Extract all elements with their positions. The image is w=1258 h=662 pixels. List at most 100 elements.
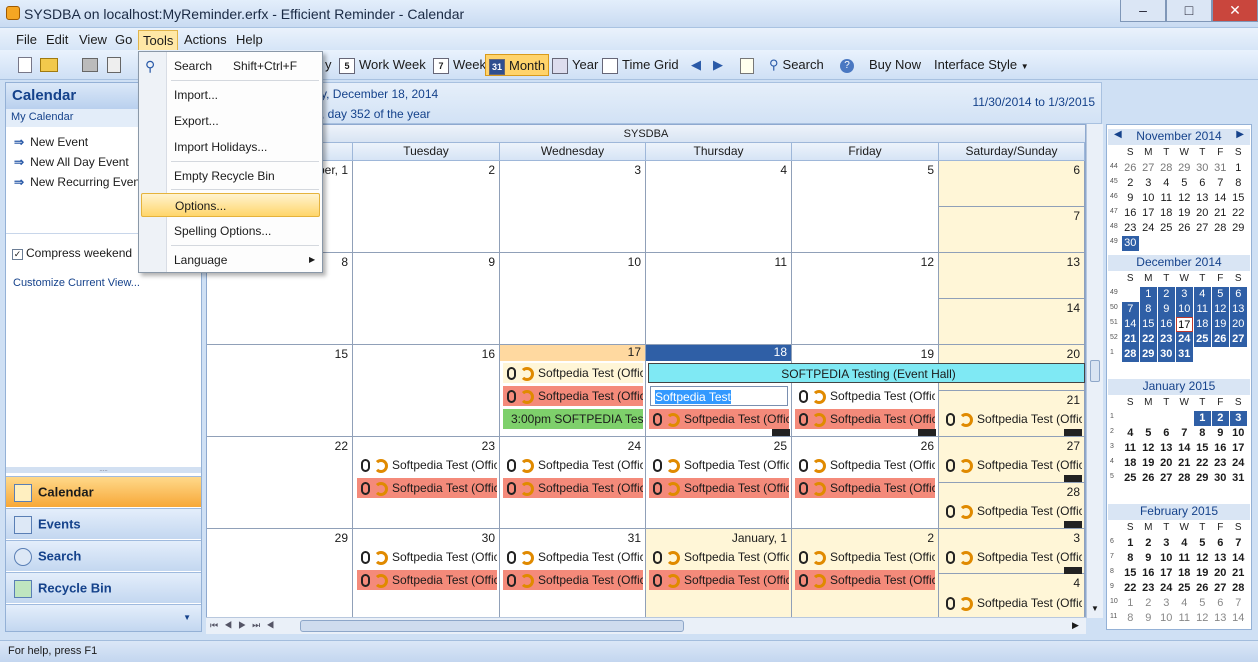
- mini-calendar-day[interactable]: 8: [1140, 302, 1157, 317]
- day-cell[interactable]: 5: [792, 161, 939, 253]
- mini-calendar-day[interactable]: 27: [1230, 332, 1247, 347]
- mini-calendar-day[interactable]: 19: [1194, 566, 1211, 581]
- mini-calendar-day[interactable]: 20: [1230, 317, 1247, 332]
- mini-calendar-day[interactable]: 13: [1194, 191, 1211, 206]
- mini-calendar-day[interactable]: 16: [1158, 317, 1175, 332]
- mini-calendar-day[interactable]: 22: [1122, 581, 1139, 596]
- mini-calendar-day[interactable]: 23: [1140, 581, 1157, 596]
- mini-calendar-day[interactable]: 17: [1230, 441, 1247, 456]
- mini-calendar-day[interactable]: 2: [1158, 287, 1175, 302]
- prev-month-icon[interactable]: ◀: [1114, 129, 1122, 140]
- mini-calendar-day[interactable]: 1: [1122, 596, 1139, 611]
- mini-calendar-day[interactable]: 14: [1212, 191, 1229, 206]
- mini-calendar-day[interactable]: 26: [1212, 332, 1229, 347]
- mini-calendar-day[interactable]: 26: [1122, 161, 1139, 176]
- mini-calendar-day[interactable]: 21: [1212, 206, 1229, 221]
- mini-calendar-day[interactable]: 27: [1158, 471, 1175, 486]
- mini-calendar-day[interactable]: 8: [1194, 426, 1211, 441]
- mini-calendar-day[interactable]: 7: [1176, 426, 1193, 441]
- mini-calendar-day[interactable]: [1122, 287, 1139, 302]
- nav-recycle-bin-button[interactable]: Recycle Bin: [6, 572, 201, 603]
- mini-calendar-day[interactable]: 11: [1176, 611, 1193, 626]
- day-cell[interactable]: 29: [207, 529, 353, 619]
- menu-item-import-holidays[interactable]: Import Holidays...: [141, 135, 320, 159]
- mini-calendar-day[interactable]: 11: [1158, 191, 1175, 206]
- mini-calendar-day[interactable]: 6: [1158, 426, 1175, 441]
- minimize-button[interactable]: –: [1120, 0, 1166, 22]
- more-events-icon[interactable]: [772, 429, 790, 436]
- interface-style-dropdown[interactable]: Interface Style ▼: [931, 54, 1032, 76]
- menu-view[interactable]: View: [79, 32, 107, 47]
- mini-calendar-day[interactable]: 3: [1158, 596, 1175, 611]
- splitter-grip[interactable]: .....: [6, 467, 201, 473]
- nav-search-button[interactable]: Search: [6, 540, 201, 571]
- mini-calendar-day[interactable]: 8: [1122, 551, 1139, 566]
- mini-calendar-day[interactable]: 1: [1122, 536, 1139, 551]
- event-item[interactable]: Softpedia Test (Offic: [795, 409, 935, 429]
- menu-item-language[interactable]: Language ▶: [141, 248, 320, 272]
- mini-calendar-day[interactable]: 9: [1140, 611, 1157, 626]
- mini-calendar-day[interactable]: 13: [1230, 302, 1247, 317]
- mini-calendar-day[interactable]: 20: [1212, 566, 1229, 581]
- event-item[interactable]: Softpedia Test (Offic: [503, 386, 643, 406]
- mini-calendar-day[interactable]: 25: [1194, 332, 1211, 347]
- mini-calendar-day[interactable]: [1176, 236, 1193, 251]
- mini-calendar-day[interactable]: 25: [1122, 471, 1139, 486]
- mini-calendar-day[interactable]: 8: [1122, 611, 1139, 626]
- mini-calendar-day[interactable]: 15: [1122, 566, 1139, 581]
- mini-calendar-day[interactable]: [1194, 347, 1211, 362]
- mini-calendar-day[interactable]: 1: [1140, 287, 1157, 302]
- menu-edit[interactable]: Edit: [46, 32, 68, 47]
- vertical-scrollbar[interactable]: ▼: [1086, 124, 1103, 618]
- event-item[interactable]: Softpedia Test (Offic: [649, 547, 789, 567]
- mini-calendar-day[interactable]: 4: [1194, 287, 1211, 302]
- mini-calendar-day[interactable]: 11: [1194, 302, 1211, 317]
- day-cell[interactable]: 16: [353, 345, 500, 437]
- year-view-button[interactable]: Year: [549, 54, 601, 76]
- mini-calendar-day[interactable]: 14: [1122, 317, 1139, 332]
- saturday-cell[interactable]: 13: [939, 253, 1085, 299]
- scroll-right-arrow-icon[interactable]: ▶: [1072, 620, 1079, 631]
- mini-calendar-day[interactable]: 24: [1158, 581, 1175, 596]
- mini-calendar-day[interactable]: 4: [1176, 596, 1193, 611]
- event-item[interactable]: Softpedia Test (Offic: [503, 478, 643, 498]
- mini-calendar-day[interactable]: 4: [1158, 176, 1175, 191]
- scroll-down-arrow-icon[interactable]: ▼: [1091, 604, 1099, 613]
- event-item[interactable]: Softpedia Test (Offic: [942, 547, 1082, 567]
- mini-calendar-day[interactable]: 19: [1212, 317, 1229, 332]
- mini-calendar-day[interactable]: [1230, 347, 1247, 362]
- mini-calendar-day[interactable]: 17: [1158, 566, 1175, 581]
- mini-calendar-day[interactable]: 30: [1122, 236, 1139, 251]
- mini-calendar-day[interactable]: 4: [1176, 536, 1193, 551]
- new-event-link[interactable]: ⇒ New Event: [14, 135, 88, 149]
- mini-calendar-day[interactable]: 26: [1140, 471, 1157, 486]
- mini-calendar-day[interactable]: [1212, 236, 1229, 251]
- event-item[interactable]: Softpedia Test (Offic: [795, 478, 935, 498]
- mini-calendar-day[interactable]: 16: [1140, 566, 1157, 581]
- mini-calendar-day[interactable]: 31: [1212, 161, 1229, 176]
- mini-calendar-day[interactable]: 8: [1230, 176, 1247, 191]
- mini-calendar-day[interactable]: 19: [1176, 206, 1193, 221]
- mini-calendar-day[interactable]: 6: [1212, 536, 1229, 551]
- menu-item-empty-recycle-bin[interactable]: Empty Recycle Bin: [141, 164, 320, 188]
- event-item[interactable]: Softpedia Test (Offic: [357, 570, 497, 590]
- day-cell[interactable]: 9: [353, 253, 500, 345]
- mini-calendar-day[interactable]: 18: [1176, 566, 1193, 581]
- mini-calendar-day[interactable]: 7: [1212, 176, 1229, 191]
- mini-calendar-day[interactable]: 6: [1212, 596, 1229, 611]
- buy-now-button[interactable]: Buy Now: [866, 54, 924, 76]
- open-folder-icon[interactable]: [40, 58, 58, 72]
- more-events-icon[interactable]: [918, 429, 936, 436]
- help-icon[interactable]: ?: [840, 59, 854, 73]
- new-icon[interactable]: [18, 57, 32, 73]
- mini-calendar-day[interactable]: 1: [1194, 411, 1211, 426]
- mini-calendar-day[interactable]: 13: [1158, 441, 1175, 456]
- mini-calendar-day[interactable]: 18: [1158, 206, 1175, 221]
- mini-calendar-day[interactable]: 22: [1140, 332, 1157, 347]
- mini-calendar-day[interactable]: 15: [1194, 441, 1211, 456]
- mini-calendar-day[interactable]: 21: [1176, 456, 1193, 471]
- more-events-icon[interactable]: [1064, 521, 1082, 528]
- day-view-button[interactable]: y: [322, 54, 335, 76]
- mini-calendar-day[interactable]: 2: [1140, 596, 1157, 611]
- mini-calendar-day[interactable]: [1194, 236, 1211, 251]
